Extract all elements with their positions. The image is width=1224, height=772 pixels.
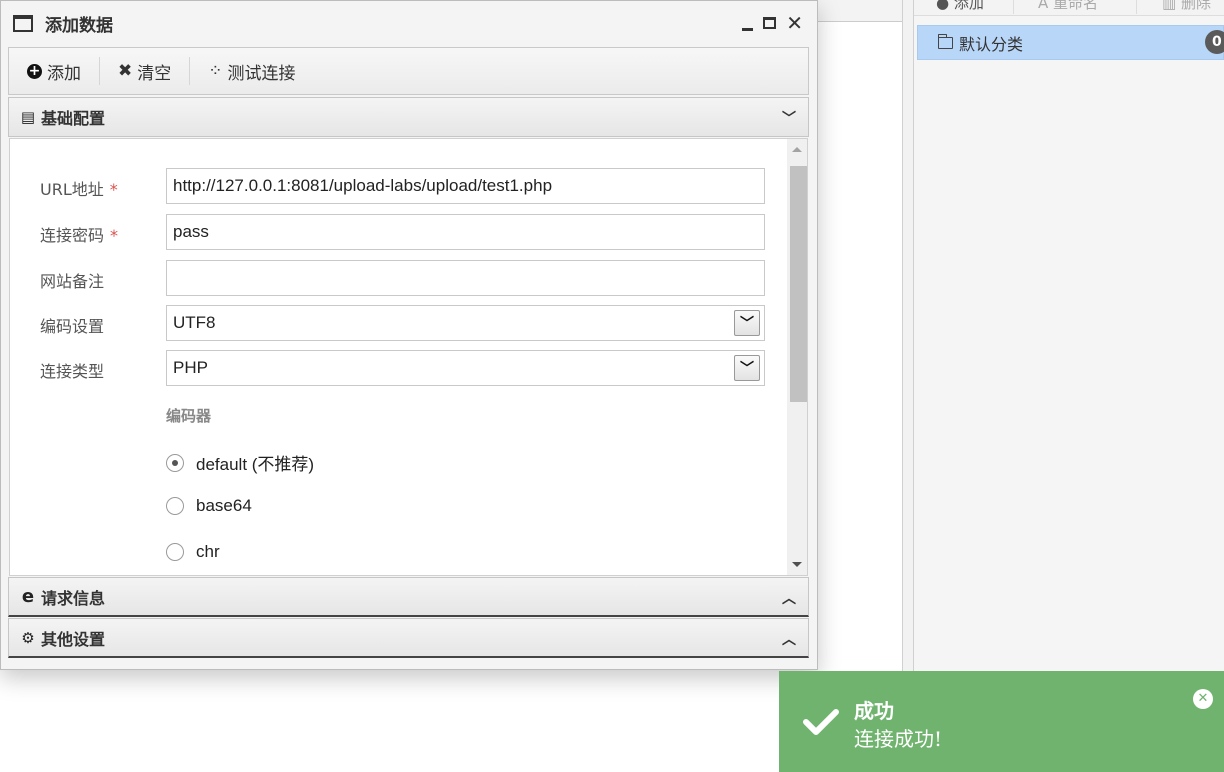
dialog-titlebar[interactable]: 添加数据	[1, 1, 817, 45]
folder-icon	[937, 33, 953, 49]
note-input[interactable]	[166, 260, 765, 296]
encoding-row: 编码设置 UTF8 ﹀	[10, 305, 790, 341]
encoder-option-default[interactable]: default (不推荐)	[166, 450, 314, 475]
encoder-option-base64[interactable]: base64	[166, 496, 252, 516]
url-label: URL地址 *	[40, 180, 118, 199]
basic-config-panel: URL地址 * http://127.0.0.1:8081/upload-labs…	[9, 138, 808, 576]
category-item-default[interactable]: 默认分类	[917, 25, 1224, 60]
category-rename-button[interactable]: A 重命名	[1038, 0, 1098, 13]
vertical-scrollbar[interactable]	[787, 139, 807, 575]
section-request-info[interactable]: e 请求信息 ︿	[8, 577, 809, 617]
plus-circle-icon: +	[27, 62, 42, 79]
window-controls: ✕	[742, 13, 803, 33]
radio-button[interactable]	[166, 543, 184, 561]
type-value: PHP	[173, 358, 208, 377]
add-data-dialog: 添加数据 ✕ + 添加 ✖ 清空 ⁘ 测试连接 ▤ 基础配置 ﹀ URL地址 * …	[0, 0, 818, 670]
gears-icon: ⚙	[21, 628, 35, 647]
minimize-icon[interactable]	[742, 27, 754, 31]
note-row: 网站备注	[10, 260, 790, 296]
encoder-option-label: base64	[196, 496, 252, 515]
add-button-label: 添加	[47, 63, 81, 84]
type-label: 连接类型	[40, 362, 105, 381]
encoder-option-label: default (不推荐)	[196, 455, 315, 474]
encoder-option-label: chr	[196, 542, 220, 561]
layout-splitter[interactable]	[902, 0, 914, 772]
background-tab-strip	[818, 0, 904, 22]
note-label: 网站备注	[40, 272, 105, 291]
spinner-icon: ⁘	[208, 61, 223, 81]
chevron-down-icon[interactable]: ﹀	[734, 310, 760, 336]
checkmark-icon	[803, 709, 839, 735]
section-request-title: 请求信息	[41, 588, 106, 608]
encoding-label: 编码设置	[40, 317, 105, 336]
close-icon[interactable]: ✕	[786, 13, 803, 33]
add-button[interactable]: + 添加	[9, 48, 99, 94]
scroll-up-arrow-icon[interactable]	[792, 147, 802, 152]
chevron-down-icon: ﹀	[782, 111, 796, 127]
toast-message: 连接成功!	[854, 727, 943, 751]
chevron-up-icon: ︿	[782, 632, 796, 648]
encoder-option-chr[interactable]: chr	[166, 542, 220, 562]
browser-e-icon: e	[21, 586, 35, 607]
dialog-title: 添加数据	[45, 15, 113, 36]
dialog-toolbar: + 添加 ✖ 清空 ⁘ 测试连接	[8, 47, 809, 95]
category-toolbar: ● 添加 A 重命名 ▥ 删除	[914, 0, 1224, 16]
radio-button[interactable]	[166, 453, 184, 472]
url-input[interactable]: http://127.0.0.1:8081/upload-labs/upload…	[166, 168, 765, 204]
password-label: 连接密码 *	[40, 226, 119, 245]
chevron-up-icon: ︿	[782, 591, 796, 607]
maximize-icon[interactable]	[763, 17, 777, 29]
section-basic-title: 基础配置	[41, 109, 106, 128]
category-count-badge: 0	[1205, 30, 1224, 54]
section-basic-config[interactable]: ▤ 基础配置 ﹀	[8, 97, 809, 137]
clear-button[interactable]: ✖ 清空	[100, 48, 189, 94]
scrollbar-thumb[interactable]	[790, 166, 807, 402]
encoder-label: 编码器	[166, 407, 212, 425]
password-input[interactable]: pass	[166, 214, 765, 250]
clear-x-icon: ✖	[118, 61, 133, 81]
encoding-value: UTF8	[173, 313, 216, 332]
section-other-settings[interactable]: ⚙ 其他设置 ︿	[8, 618, 809, 658]
category-add-button[interactable]: ● 添加	[936, 0, 984, 13]
scroll-down-arrow-icon[interactable]	[792, 562, 802, 567]
section-other-title: 其他设置	[41, 629, 106, 649]
category-delete-button[interactable]: ▥ 删除	[1162, 0, 1211, 13]
success-toast: 成功 连接成功! ✕	[779, 671, 1224, 772]
test-connection-label: 测试连接	[227, 63, 296, 84]
radio-button[interactable]	[166, 497, 184, 515]
category-panel	[914, 0, 1224, 772]
password-row: 连接密码 * pass	[10, 214, 790, 250]
document-icon: ▤	[20, 108, 36, 126]
test-connection-button[interactable]: ⁘ 测试连接	[190, 48, 313, 94]
clear-button-label: 清空	[137, 63, 172, 84]
window-icon	[13, 14, 33, 32]
toast-close-icon[interactable]: ✕	[1193, 689, 1213, 709]
type-row: 连接类型 PHP ﹀	[10, 350, 790, 386]
encoding-select[interactable]: UTF8 ﹀	[166, 305, 765, 341]
toast-title: 成功	[854, 699, 894, 723]
url-row: URL地址 * http://127.0.0.1:8081/upload-labs…	[10, 168, 790, 204]
category-label: 默认分类	[959, 34, 1024, 54]
type-select[interactable]: PHP ﹀	[166, 350, 765, 386]
chevron-down-icon[interactable]: ﹀	[734, 355, 760, 381]
